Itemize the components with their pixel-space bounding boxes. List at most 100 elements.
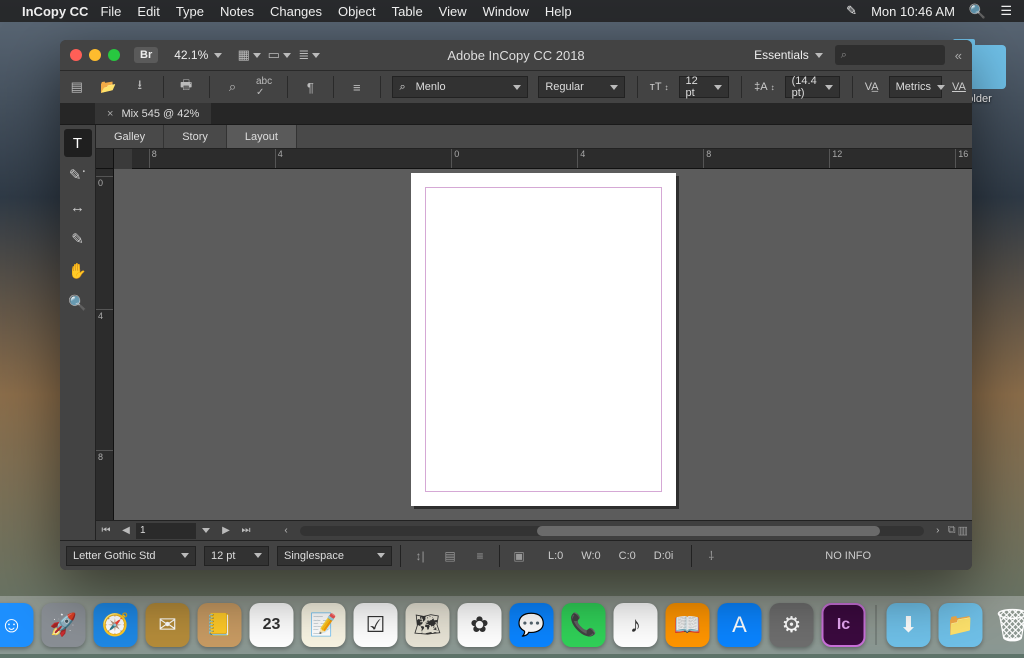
- prev-page-button[interactable]: ◀: [116, 522, 136, 540]
- workspace-switcher[interactable]: Essentials: [748, 46, 829, 64]
- bridge-button[interactable]: Br: [134, 47, 158, 63]
- first-page-button[interactable]: ⏮: [96, 522, 116, 540]
- position-tool[interactable]: ↔: [64, 193, 92, 221]
- ruler-vertical[interactable]: 0 4 8: [96, 169, 114, 520]
- dock-ibooks[interactable]: 📖: [666, 603, 710, 647]
- leading-select[interactable]: (14.4 pt): [785, 76, 840, 98]
- close-window-button[interactable]: [70, 49, 82, 61]
- menu-help[interactable]: Help: [545, 4, 572, 19]
- dock-itunes[interactable]: ♪: [614, 603, 658, 647]
- font-family-select[interactable]: ⌕ Menlo: [392, 76, 528, 98]
- search-input[interactable]: ⌕: [835, 45, 945, 65]
- last-page-button[interactable]: ⏭: [236, 522, 256, 540]
- save-icon[interactable]: ⭳: [129, 75, 151, 99]
- font-style-select[interactable]: Regular: [538, 76, 625, 98]
- spellcheck-icon[interactable]: abc✓: [253, 75, 275, 99]
- print-icon[interactable]: 🖶: [175, 75, 197, 99]
- panel-toggle-icon[interactable]: ▥: [958, 524, 968, 537]
- dock-safari[interactable]: 🧭: [94, 603, 138, 647]
- dock-trash[interactable]: 🗑: [991, 603, 1024, 647]
- dock-downloads[interactable]: ⬇: [887, 603, 931, 647]
- hand-tool[interactable]: ✋: [64, 257, 92, 285]
- menu-table[interactable]: Table: [392, 4, 423, 19]
- status-icon-1[interactable]: ↕|: [409, 545, 431, 567]
- dock-messages[interactable]: 💬: [510, 603, 554, 647]
- type-tool[interactable]: T: [64, 129, 92, 157]
- eyedropper-tool[interactable]: ✎: [64, 225, 92, 253]
- app-menu[interactable]: InCopy CC: [22, 4, 88, 19]
- fullscreen-window-button[interactable]: [108, 49, 120, 61]
- dock-photos[interactable]: ✿: [458, 603, 502, 647]
- menu-type[interactable]: Type: [176, 4, 204, 19]
- dock-preferences[interactable]: ⚙: [770, 603, 814, 647]
- dock-contacts[interactable]: 📒: [198, 603, 242, 647]
- chevron-down-icon: [714, 85, 722, 90]
- status-spacing-select[interactable]: Singlespace: [277, 546, 392, 566]
- status-font-select[interactable]: Letter Gothic Std: [66, 546, 196, 566]
- page-number-field[interactable]: 1: [136, 523, 196, 539]
- ruler-origin[interactable]: [96, 149, 114, 169]
- menu-notes[interactable]: Notes: [220, 4, 254, 19]
- dock-launchpad[interactable]: 🚀: [42, 603, 86, 647]
- panel-menu-icon[interactable]: ▤: [66, 75, 88, 99]
- notification-center-icon[interactable]: ☰: [1000, 3, 1012, 19]
- ruler-horizontal[interactable]: 8 4 0 4 8 12 16: [132, 149, 972, 169]
- tab-layout[interactable]: Layout: [227, 125, 297, 148]
- chevron-down-icon: [181, 553, 189, 558]
- scripts-menu-icon[interactable]: ✎: [846, 3, 857, 19]
- spotlight-icon[interactable]: 🔍: [969, 3, 986, 20]
- open-icon[interactable]: 📂: [98, 75, 120, 99]
- minimize-window-button[interactable]: [89, 49, 101, 61]
- zoom-tool[interactable]: 🔍: [64, 289, 92, 317]
- page-dropdown-button[interactable]: [196, 522, 216, 540]
- status-size-select[interactable]: 12 pt: [204, 546, 269, 566]
- horizontal-scrollbar[interactable]: [300, 526, 924, 536]
- scrollbar-thumb[interactable]: [537, 526, 880, 536]
- dock-facetime[interactable]: 📞: [562, 603, 606, 647]
- menu-edit[interactable]: Edit: [137, 4, 159, 19]
- menu-window[interactable]: Window: [483, 4, 529, 19]
- find-icon[interactable]: ⌕: [222, 75, 244, 99]
- font-size-select[interactable]: 12 pt: [679, 76, 730, 98]
- view-option-3[interactable]: ≣: [298, 44, 320, 66]
- dock-maps[interactable]: 🗺: [406, 603, 450, 647]
- tool-rail: T ✎ॱ ↔ ✎ ✋ 🔍: [60, 125, 96, 540]
- document-tab[interactable]: × Mix 545 @ 42%: [95, 103, 211, 124]
- copyfit-icon[interactable]: ▣: [508, 545, 530, 567]
- page[interactable]: [411, 173, 676, 506]
- zoom-level-select[interactable]: 42.1%: [166, 46, 230, 64]
- dock-calendar[interactable]: 23: [250, 603, 294, 647]
- info-icon[interactable]: ⸸: [700, 545, 722, 567]
- menu-object[interactable]: Object: [338, 4, 376, 19]
- kerning-select[interactable]: Metrics: [889, 76, 942, 98]
- split-view-icon[interactable]: ⧉: [948, 524, 956, 537]
- dock-notes[interactable]: 📝: [302, 603, 346, 647]
- scroll-left-button[interactable]: ‹: [276, 522, 296, 540]
- dock-finder[interactable]: ☺: [0, 603, 34, 647]
- view-option-1[interactable]: ▦: [238, 44, 260, 66]
- dock-reminders[interactable]: ☑: [354, 603, 398, 647]
- menu-file[interactable]: File: [100, 4, 121, 19]
- tab-galley[interactable]: Galley: [96, 125, 164, 148]
- menubar-clock[interactable]: Mon 10:46 AM: [871, 4, 955, 19]
- collapse-panels-button[interactable]: «: [951, 48, 966, 63]
- tab-story[interactable]: Story: [164, 125, 227, 148]
- dock-documents[interactable]: 📁: [939, 603, 983, 647]
- scroll-right-button[interactable]: ›: [928, 522, 948, 540]
- chevron-down-icon: [377, 553, 385, 558]
- status-icon-3[interactable]: ≡: [469, 545, 491, 567]
- next-page-button[interactable]: ▶: [216, 522, 236, 540]
- close-tab-icon[interactable]: ×: [107, 108, 113, 120]
- menu-view[interactable]: View: [439, 4, 467, 19]
- dock-appstore[interactable]: A: [718, 603, 762, 647]
- justify-icon[interactable]: ≡: [346, 75, 368, 99]
- view-option-2[interactable]: ▭: [268, 44, 290, 66]
- note-tool[interactable]: ✎ॱ: [64, 161, 92, 189]
- dock-mail[interactable]: ✉: [146, 603, 190, 647]
- status-icon-2[interactable]: ▤: [439, 545, 461, 567]
- menu-changes[interactable]: Changes: [270, 4, 322, 19]
- pilcrow-icon[interactable]: ¶: [300, 75, 322, 99]
- chevron-down-icon: [825, 85, 833, 90]
- document-canvas[interactable]: [114, 169, 972, 520]
- dock-incopy[interactable]: Ic: [822, 603, 866, 647]
